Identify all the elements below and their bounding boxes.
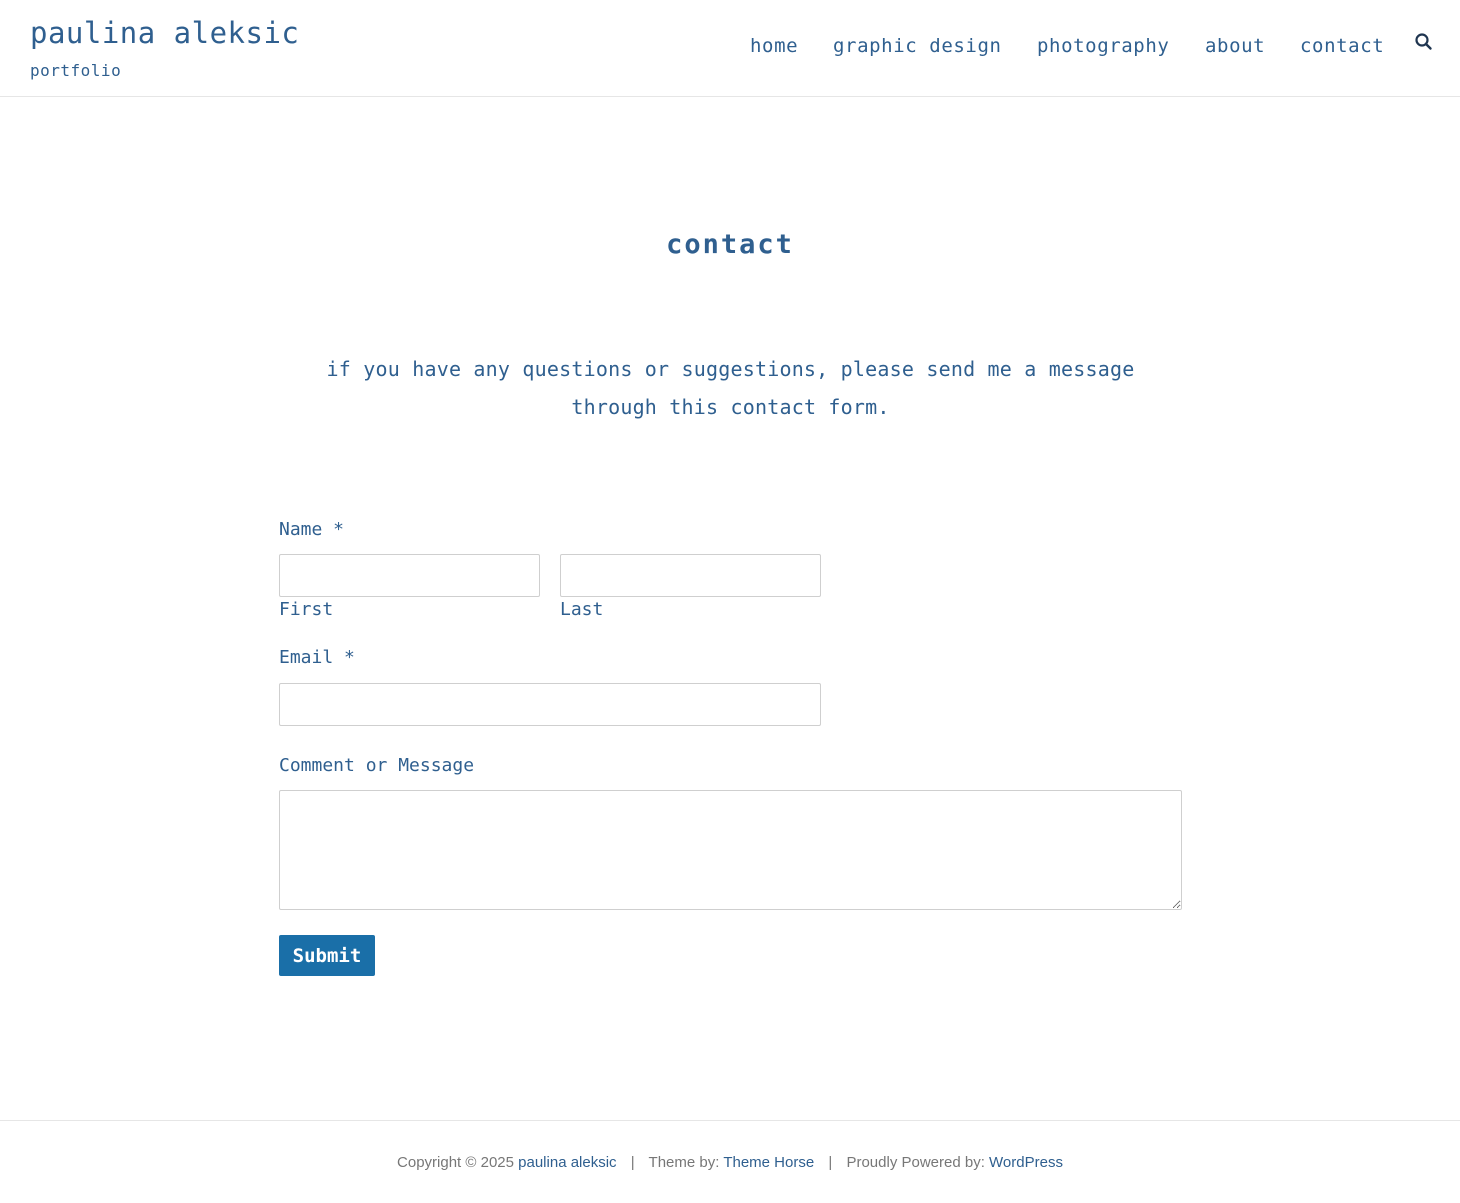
nav-item-home[interactable]: home	[750, 35, 798, 57]
site-header: paulina aleksic portfolio home graphic d…	[0, 0, 1460, 97]
email-field[interactable]	[279, 683, 821, 726]
message-field[interactable]	[279, 790, 1182, 910]
name-label: Name *	[279, 519, 345, 540]
message-label: Comment or Message	[279, 755, 475, 776]
wordpress-link[interactable]: WordPress	[989, 1154, 1063, 1171]
search-icon[interactable]	[1413, 31, 1435, 53]
theme-link[interactable]: Theme Horse	[723, 1154, 814, 1171]
site-title[interactable]: paulina aleksic	[30, 16, 299, 50]
nav-item-contact[interactable]: contact	[1300, 35, 1384, 57]
email-label: Email *	[279, 647, 355, 668]
site-footer: Copyright © 2025 paulina aleksic | Theme…	[0, 1120, 1460, 1203]
nav-item-graphic-design[interactable]: graphic design	[833, 35, 1002, 57]
last-name-sublabel: Last	[560, 599, 604, 620]
footer-credits: Copyright © 2025 paulina aleksic | Theme…	[0, 1154, 1460, 1171]
first-name-sublabel: First	[279, 599, 334, 620]
nav-item-about[interactable]: about	[1205, 35, 1265, 57]
footer-site-link[interactable]: paulina aleksic	[518, 1154, 616, 1171]
site-tagline: portfolio	[30, 61, 122, 80]
submit-button[interactable]: Submit	[279, 935, 375, 976]
footer-separator: |	[630, 1154, 635, 1171]
footer-separator: |	[828, 1154, 833, 1171]
copyright-text: Copyright © 2025	[397, 1154, 514, 1171]
page-title: contact	[666, 229, 794, 260]
theme-prefix: Theme by:	[648, 1154, 720, 1171]
last-name-field[interactable]	[560, 554, 821, 597]
intro-text: if you have any questions or suggestions…	[326, 357, 1135, 419]
nav-item-photography[interactable]: photography	[1037, 35, 1169, 57]
powered-prefix: Proudly Powered by:	[846, 1154, 985, 1171]
first-name-field[interactable]	[279, 554, 540, 597]
